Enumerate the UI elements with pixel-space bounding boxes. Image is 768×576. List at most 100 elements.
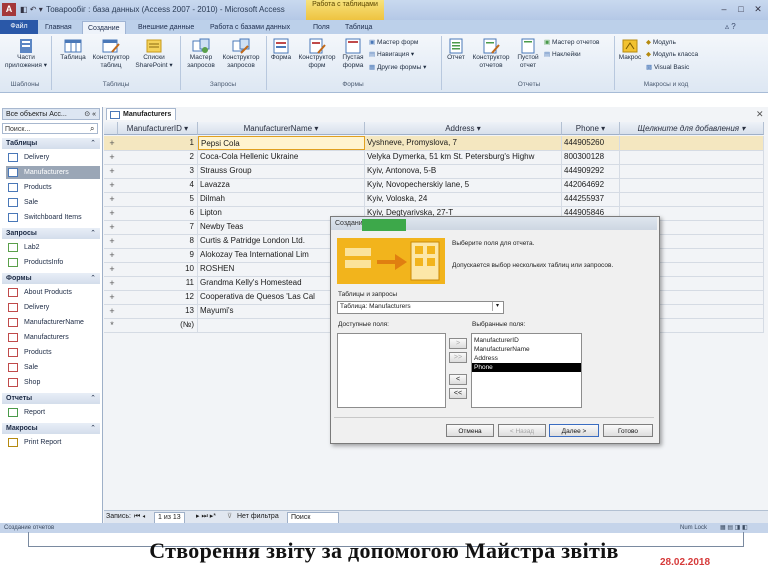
cell-id[interactable]: 9 xyxy=(118,248,198,262)
cell-phone[interactable]: 800300128 xyxy=(562,150,620,164)
close-window-button[interactable]: ✕ xyxy=(750,4,766,15)
nav-item[interactable]: Sale xyxy=(6,361,100,374)
module-button[interactable]: ◆ Модуль xyxy=(646,38,676,47)
blank-form-button[interactable]: Пустая форма xyxy=(339,38,367,70)
tab-home[interactable]: Главная xyxy=(40,21,77,34)
visual-basic-button[interactable]: ▩ Visual Basic xyxy=(646,63,689,72)
nav-item[interactable]: Report xyxy=(6,406,100,419)
expand-icon[interactable]: + xyxy=(106,304,118,318)
cell-empty[interactable] xyxy=(620,178,764,192)
row-selector-header[interactable] xyxy=(104,122,118,135)
blank-report-button[interactable]: Пустой отчет xyxy=(514,38,542,70)
expand-icon[interactable]: + xyxy=(106,248,118,262)
report-button[interactable]: Отчет xyxy=(444,38,468,62)
filter-status[interactable]: Нет фильтра xyxy=(237,511,279,523)
report-wizard-button[interactable]: ▣ Мастер отчетов xyxy=(544,38,599,47)
cell-phone[interactable]: 444255937 xyxy=(562,192,620,206)
cell-id[interactable]: 1 xyxy=(118,136,198,150)
cell-phone[interactable]: 444905260 xyxy=(562,136,620,150)
nav-item[interactable]: ManufacturerName xyxy=(6,316,100,329)
filter-icon[interactable]: ⊽ xyxy=(227,511,232,523)
chevron-up-icon[interactable]: ⌃ xyxy=(90,273,96,284)
nav-item[interactable]: Switchboard Items xyxy=(6,211,100,224)
tab-fields[interactable]: Поля xyxy=(308,21,335,34)
table-row[interactable]: +3 Strauss Group Kyiv, Antonova, 5-B 444909… xyxy=(104,164,764,179)
cell-id[interactable]: 5 xyxy=(118,192,198,206)
chevron-up-icon[interactable]: ⌃ xyxy=(90,393,96,404)
cell-id[interactable]: 10 xyxy=(118,262,198,276)
selected-field-item[interactable]: Phone xyxy=(472,363,581,372)
table-row[interactable]: +4 Lavazza Kyiv, Novopecherskiy lane, 5 442… xyxy=(104,178,764,193)
chevron-up-icon[interactable]: ⌃ xyxy=(90,228,96,239)
nav-item[interactable]: Shop xyxy=(6,376,100,389)
close-document-icon[interactable]: ✕ xyxy=(756,109,764,120)
sort-dropdown-icon[interactable]: ▾ xyxy=(741,124,745,133)
first-record-icon[interactable]: ⏮ ◂ xyxy=(134,511,145,523)
sort-dropdown-icon[interactable]: ▾ xyxy=(477,124,481,133)
cell-address[interactable]: Kyiv, Voloska, 24 xyxy=(365,192,562,206)
cell-id[interactable]: 7 xyxy=(118,220,198,234)
tab-file[interactable]: Файл xyxy=(0,20,38,34)
cell-address[interactable]: Kyiv, Novopecherskiy lane, 5 xyxy=(365,178,562,192)
expand-icon[interactable]: + xyxy=(106,150,118,164)
nav-category[interactable]: Таблицы ⌃ xyxy=(2,138,100,149)
query-design-button[interactable]: Конструктор запросов xyxy=(220,38,262,70)
nav-item[interactable]: Manufacturers xyxy=(6,166,100,179)
search-icon[interactable]: ⌕ xyxy=(90,124,94,134)
form-wizard-button[interactable]: ▣ Мастер форм xyxy=(369,38,418,47)
sharepoint-lists-button[interactable]: Списки SharePoint ▾ xyxy=(132,38,176,70)
expand-icon[interactable]: + xyxy=(106,192,118,206)
class-module-button[interactable]: ◆ Модуль класса xyxy=(646,50,698,59)
finish-button[interactable]: Готово xyxy=(603,424,653,437)
tab-create[interactable]: Создание xyxy=(82,21,126,35)
chevron-up-icon[interactable]: ⌃ xyxy=(90,423,96,434)
nav-item[interactable]: Delivery xyxy=(6,301,100,314)
move-one-left-button[interactable]: < xyxy=(449,374,467,385)
selected-fields-list[interactable]: ManufacturerID ManufacturerName Address Pho… xyxy=(471,333,582,408)
labels-button[interactable]: ▤ Наклейки xyxy=(544,50,581,59)
expand-icon[interactable]: + xyxy=(106,234,118,248)
table-design-button[interactable]: Конструктор таблиц xyxy=(90,38,132,70)
back-button[interactable]: < Назад xyxy=(498,424,546,437)
expand-icon[interactable]: + xyxy=(106,206,118,220)
cell-name[interactable]: Dilmah xyxy=(198,192,365,206)
cell-phone[interactable]: 444909292 xyxy=(562,164,620,178)
cell-id[interactable]: (№) xyxy=(118,318,198,332)
chevron-down-icon[interactable]: ▾ xyxy=(492,302,502,311)
sort-dropdown-icon[interactable]: ▾ xyxy=(184,124,188,133)
nav-collapse-icon[interactable]: ⊙ « xyxy=(84,109,96,121)
expand-icon[interactable]: + xyxy=(106,178,118,192)
cell-name[interactable]: Strauss Group xyxy=(198,164,365,178)
nav-item[interactable]: Print Report xyxy=(6,436,100,449)
nav-category[interactable]: Макросы ⌃ xyxy=(2,423,100,434)
expand-icon[interactable]: + xyxy=(106,164,118,178)
new-record-icon[interactable]: * xyxy=(106,318,118,332)
form-design-button[interactable]: Конструктор форм xyxy=(296,38,338,70)
nav-item[interactable]: Products xyxy=(6,181,100,194)
cell-empty[interactable] xyxy=(620,136,764,150)
sort-dropdown-icon[interactable]: ▾ xyxy=(601,124,605,133)
tab-table[interactable]: Таблица xyxy=(340,21,377,34)
form-button[interactable]: Форма xyxy=(268,38,294,62)
cell-phone[interactable]: 442064692 xyxy=(562,178,620,192)
cell-empty[interactable] xyxy=(620,164,764,178)
table-row[interactable]: +1 Pepsi Cola Vyshneve, Promyslova, 7 44490… xyxy=(104,136,764,151)
cell-id[interactable]: 3 xyxy=(118,164,198,178)
nav-category[interactable]: Формы ⌃ xyxy=(2,273,100,284)
application-parts-button[interactable]: Части приложения ▾ xyxy=(2,38,50,70)
next-record-icon[interactable]: ▸ ⏭ ▸* xyxy=(196,511,216,523)
table-button[interactable]: Таблица xyxy=(56,38,90,62)
cell-id[interactable]: 13 xyxy=(118,304,198,318)
column-header-name[interactable]: ManufacturerName ▾ xyxy=(198,122,365,135)
column-header-id[interactable]: ManufacturerID ▾ xyxy=(118,122,198,135)
column-header-add-field[interactable]: Щелкните для добавления ▾ xyxy=(620,122,764,135)
selected-field-item[interactable]: ManufacturerName xyxy=(472,345,581,354)
selected-field-item[interactable]: ManufacturerID xyxy=(472,336,581,345)
report-design-button[interactable]: Конструктор отчетов xyxy=(469,38,513,70)
navigation-button[interactable]: ▤ Навигация ▾ xyxy=(369,50,414,59)
help-icon[interactable]: ▵ ? xyxy=(725,22,736,31)
expand-icon[interactable]: + xyxy=(106,136,118,150)
expand-icon[interactable]: + xyxy=(106,262,118,276)
more-forms-button[interactable]: ▦ Другие формы ▾ xyxy=(369,63,426,72)
selected-field-item[interactable]: Address xyxy=(472,354,581,363)
